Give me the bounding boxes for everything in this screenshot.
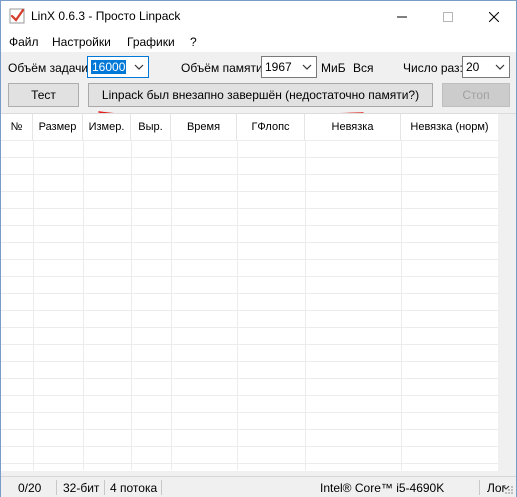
grid-row-line bbox=[1, 259, 498, 260]
column-header-residual-norm[interactable]: Невязка (норм) bbox=[401, 114, 498, 140]
grid-row-line bbox=[1, 208, 498, 209]
column-header-number[interactable]: № bbox=[1, 114, 33, 140]
minimize-icon bbox=[397, 16, 407, 17]
threads-indicator: 4 потока bbox=[110, 481, 158, 495]
linx-app-icon bbox=[9, 8, 25, 24]
maximize-icon bbox=[443, 11, 453, 22]
progress-counter: 0/20 bbox=[18, 481, 42, 495]
test-button[interactable]: Тест bbox=[8, 83, 79, 107]
menu-bar: Файл Настройки Графики ? bbox=[1, 32, 516, 52]
maximize-button[interactable] bbox=[425, 1, 471, 32]
column-header-time[interactable]: Время bbox=[171, 114, 237, 140]
grid-row-line bbox=[1, 344, 498, 345]
stop-button[interactable]: Стоп bbox=[442, 83, 510, 107]
task-size-label: Объём задачи: bbox=[8, 61, 92, 75]
task-size-value: 16000 bbox=[91, 60, 127, 74]
grid-row-line bbox=[1, 276, 498, 277]
grid-row-line bbox=[1, 327, 498, 328]
column-header-size[interactable]: Размер bbox=[33, 114, 83, 140]
grid-row-line bbox=[1, 361, 498, 362]
grid-row-line bbox=[1, 463, 498, 464]
column-header-alignment[interactable]: Выр. bbox=[131, 114, 171, 140]
column-header-residual[interactable]: Невязка bbox=[305, 114, 401, 140]
actions-row: Тест Linpack был внезапно завершён (недо… bbox=[1, 82, 516, 110]
status-divider bbox=[479, 480, 480, 495]
table-side-area bbox=[498, 114, 516, 472]
grid-row-line bbox=[1, 140, 498, 141]
grid-column-line bbox=[83, 140, 84, 470]
table-header: № Размер Измер. Выр. Время ГФлопс Невязк… bbox=[1, 114, 516, 140]
grid-row-line bbox=[1, 429, 498, 430]
runs-label: Число раз: bbox=[403, 61, 463, 75]
grid-row-line bbox=[1, 242, 498, 243]
column-header-measure[interactable]: Измер. bbox=[83, 114, 131, 140]
grid-column-line bbox=[33, 140, 34, 470]
status-message-button[interactable]: Linpack был внезапно завершён (недостато… bbox=[88, 83, 433, 107]
status-divider bbox=[161, 480, 162, 495]
window-title: LinX 0.6.3 - Просто Linpack bbox=[31, 9, 181, 23]
grid-row-line bbox=[1, 293, 498, 294]
memory-combo[interactable]: 1967 bbox=[261, 56, 317, 78]
grid-row-line bbox=[1, 174, 498, 175]
menu-help[interactable]: ? bbox=[190, 35, 197, 49]
memory-value: 1967 bbox=[265, 60, 292, 74]
grid-row-line bbox=[1, 157, 498, 158]
memory-all-option[interactable]: Вся bbox=[353, 61, 374, 75]
grid-column-line bbox=[171, 140, 172, 470]
cpu-name: Intel® Core™ i5-4690K bbox=[320, 481, 445, 495]
grid-row-line bbox=[1, 310, 498, 311]
grid-row-line bbox=[1, 225, 498, 226]
grid-column-line bbox=[305, 140, 306, 470]
minimize-button[interactable] bbox=[379, 1, 425, 32]
status-bar: 0/20 32-бит 4 потока Intel® Core™ i5-469… bbox=[1, 476, 516, 497]
grid-column-line bbox=[401, 140, 402, 470]
close-button[interactable] bbox=[471, 1, 517, 32]
parameters-row: Объём задачи: 16000 Объём памяти: 1967 М… bbox=[1, 52, 516, 82]
chevron-down-icon bbox=[134, 64, 144, 70]
close-icon bbox=[489, 11, 499, 22]
runs-value: 20 bbox=[466, 60, 480, 74]
grid-row-line bbox=[1, 378, 498, 379]
app-window: LinX 0.6.3 - Просто Linpack Файл Настрой… bbox=[0, 0, 517, 497]
menu-charts[interactable]: Графики bbox=[127, 35, 175, 49]
grid-row-line bbox=[1, 395, 498, 396]
grid-row-line bbox=[1, 191, 498, 192]
memory-unit: МиБ bbox=[321, 61, 346, 75]
grid-column-line bbox=[237, 140, 238, 470]
title-bar[interactable]: LinX 0.6.3 - Просто Linpack bbox=[1, 1, 516, 32]
task-size-combo[interactable]: 16000 bbox=[87, 56, 149, 78]
grid-column-line bbox=[131, 140, 132, 470]
resize-grip-icon[interactable] bbox=[504, 485, 514, 495]
bitness-indicator: 32-бит bbox=[63, 481, 100, 495]
chevron-down-icon bbox=[495, 64, 505, 70]
grid-row-line bbox=[1, 412, 498, 413]
menu-settings[interactable]: Настройки bbox=[52, 35, 111, 49]
results-table[interactable]: № Размер Измер. Выр. Время ГФлопс Невязк… bbox=[1, 113, 516, 472]
status-divider bbox=[56, 480, 57, 495]
runs-combo[interactable]: 20 bbox=[462, 56, 510, 78]
status-divider bbox=[104, 480, 105, 495]
memory-label: Объём памяти: bbox=[181, 61, 267, 75]
chevron-down-icon bbox=[302, 64, 312, 70]
menu-file[interactable]: Файл bbox=[9, 35, 39, 49]
column-header-gflops[interactable]: ГФлопс bbox=[237, 114, 305, 140]
grid-row-line bbox=[1, 446, 498, 447]
